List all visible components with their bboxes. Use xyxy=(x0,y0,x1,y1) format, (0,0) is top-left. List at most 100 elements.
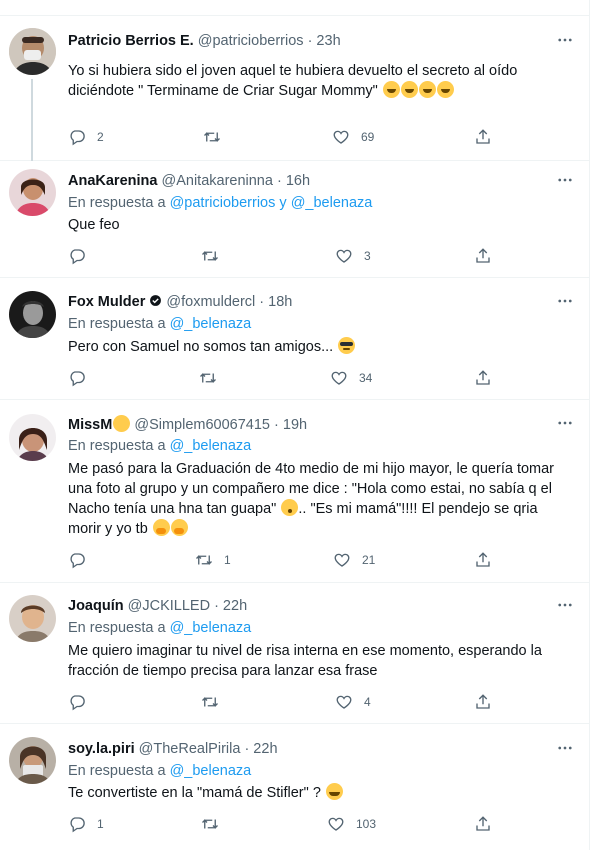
like-button[interactable]: 3 xyxy=(335,247,371,265)
reply-icon xyxy=(68,815,86,833)
share-icon xyxy=(474,369,492,387)
reply-icon xyxy=(68,551,86,569)
tweet-text-content: Me quiero imaginar tu nivel de risa inte… xyxy=(68,643,542,679)
rolling-laughing-emoji xyxy=(400,81,418,98)
tweet-header: Fox Mulder @foxmuldercl · 18h xyxy=(68,293,292,311)
tweet-actions: 4 xyxy=(68,693,508,713)
tweet-header: MissM @Simplem60067415 · 19h xyxy=(68,415,307,434)
like-button[interactable]: 4 xyxy=(335,693,371,711)
like-count: 3 xyxy=(364,249,371,263)
tweet-text: Yo si hubiera sido el joven aquel te hub… xyxy=(68,61,578,101)
avatar[interactable] xyxy=(9,291,56,338)
more-icon[interactable] xyxy=(556,739,574,757)
tweet-text-content: Pero con Samuel no somos tan amigos... xyxy=(68,339,334,355)
reply-icon xyxy=(68,128,86,146)
tweet-actions: 34 xyxy=(68,369,508,389)
user-handle[interactable]: @JCKILLED xyxy=(128,598,210,614)
mention-link[interactable]: @_belenaza xyxy=(170,316,252,332)
retweet-button[interactable]: 1 xyxy=(195,551,231,569)
share-button[interactable] xyxy=(474,128,492,146)
reply-button[interactable]: 2 xyxy=(68,128,104,146)
rolling-laughing-emoji xyxy=(418,81,436,98)
timestamp[interactable]: · 19h xyxy=(274,417,307,433)
like-icon xyxy=(330,369,348,387)
display-name[interactable]: Patricio Berrios E. xyxy=(68,33,194,49)
tweet-soylapiri[interactable]: soy.la.piri @TheRealPirila · 22h En resp… xyxy=(0,724,590,850)
user-handle[interactable]: @patricioberrios xyxy=(198,33,304,49)
retweet-button[interactable] xyxy=(201,247,230,265)
timestamp[interactable]: · 23h xyxy=(308,33,341,49)
tweet-header: AnaKarenina @Anitakareninna · 16h xyxy=(68,172,310,190)
reply-button[interactable] xyxy=(68,551,97,569)
avatar[interactable] xyxy=(9,414,56,461)
more-icon[interactable] xyxy=(556,596,574,614)
mention-link[interactable]: @_belenaza xyxy=(170,438,252,454)
share-button[interactable] xyxy=(474,693,492,711)
user-handle[interactable]: @Simplem60067415 xyxy=(134,417,270,433)
share-icon xyxy=(474,551,492,569)
share-button[interactable] xyxy=(474,815,492,833)
grinning-sweat-emoji xyxy=(325,783,343,800)
retweet-button[interactable] xyxy=(199,369,228,387)
timestamp[interactable]: · 22h xyxy=(214,598,247,614)
tweet-text-line: morir y yo tb xyxy=(68,519,578,539)
retweet-icon xyxy=(201,693,219,711)
smiling-hearts-emoji xyxy=(113,415,131,432)
share-button[interactable] xyxy=(474,247,492,265)
retweet-button[interactable] xyxy=(201,815,230,833)
user-handle[interactable]: @Anitakareninna xyxy=(161,173,272,189)
tweet-patricio[interactable]: Patricio Berrios E. @patricioberrios · 2… xyxy=(0,15,590,161)
like-button[interactable]: 34 xyxy=(330,369,372,387)
timestamp[interactable]: · 16h xyxy=(277,173,310,189)
timestamp[interactable]: · 18h xyxy=(259,294,292,310)
share-button[interactable] xyxy=(474,551,492,569)
avatar[interactable] xyxy=(9,595,56,642)
display-name[interactable]: MissM xyxy=(68,417,112,433)
like-count: 21 xyxy=(362,553,376,567)
tweet-foxmulder[interactable]: Fox Mulder @foxmuldercl · 18h En respues… xyxy=(0,278,590,400)
share-button[interactable] xyxy=(474,369,492,387)
mention-link[interactable]: @_belenaza xyxy=(291,195,373,211)
retweet-button[interactable] xyxy=(201,693,230,711)
reply-prefix: En respuesta a xyxy=(68,438,166,454)
tweet-text-segment: .. "Es mi mamá"!!!! El pendejo se qria xyxy=(298,501,538,517)
tweet-missm[interactable]: MissM @Simplem60067415 · 19h En respuest… xyxy=(0,400,590,583)
thread-line xyxy=(31,79,33,161)
like-count: 103 xyxy=(356,817,377,831)
avatar[interactable] xyxy=(9,737,56,784)
avatar[interactable] xyxy=(9,28,56,75)
more-icon[interactable] xyxy=(556,171,574,189)
like-button[interactable]: 69 xyxy=(332,128,374,146)
reply-button[interactable]: 1 xyxy=(68,815,104,833)
reply-button[interactable] xyxy=(68,369,97,387)
reply-context: En respuesta a @_belenaza xyxy=(68,437,251,455)
reply-button[interactable] xyxy=(68,247,97,265)
reply-button[interactable] xyxy=(68,693,97,711)
mention-link[interactable]: @_belenaza xyxy=(170,763,252,779)
reply-context: En respuesta a @_belenaza xyxy=(68,315,251,333)
user-handle[interactable]: @TheRealPirila xyxy=(139,741,241,757)
display-name[interactable]: Fox Mulder xyxy=(68,294,145,310)
more-icon[interactable] xyxy=(556,292,574,310)
mention-link[interactable]: @_belenaza xyxy=(170,620,252,636)
more-icon[interactable] xyxy=(556,31,574,49)
more-icon[interactable] xyxy=(556,414,574,432)
like-icon xyxy=(327,815,345,833)
tweet-anakarenina[interactable]: AnaKarenina @Anitakareninna · 16h En res… xyxy=(0,161,590,278)
reply-context: En respuesta a @patricioberrios y @_bele… xyxy=(68,194,372,212)
display-name[interactable]: soy.la.piri xyxy=(68,741,135,757)
user-handle[interactable]: @foxmuldercl xyxy=(166,294,255,310)
like-button[interactable]: 103 xyxy=(327,815,376,833)
tweet-text-line: Nacho tenía una hna tan guapa" .. "Es mi… xyxy=(68,499,578,519)
mention-link[interactable]: @patricioberrios xyxy=(170,195,276,211)
like-icon xyxy=(335,247,353,265)
tweet-text: Me quiero imaginar tu nivel de risa inte… xyxy=(68,641,563,681)
display-name[interactable]: Joaquín xyxy=(68,598,124,614)
retweet-button[interactable] xyxy=(203,128,232,146)
display-name[interactable]: AnaKarenina xyxy=(68,173,157,189)
tweet-joaquin[interactable]: Joaquín @JCKILLED · 22h En respuesta a @… xyxy=(0,583,590,724)
avatar[interactable] xyxy=(9,169,56,216)
like-button[interactable]: 21 xyxy=(333,551,375,569)
tweet-text-content: Te convertiste en la "mamá de Stifler" ? xyxy=(68,785,321,801)
timestamp[interactable]: · 22h xyxy=(244,741,277,757)
